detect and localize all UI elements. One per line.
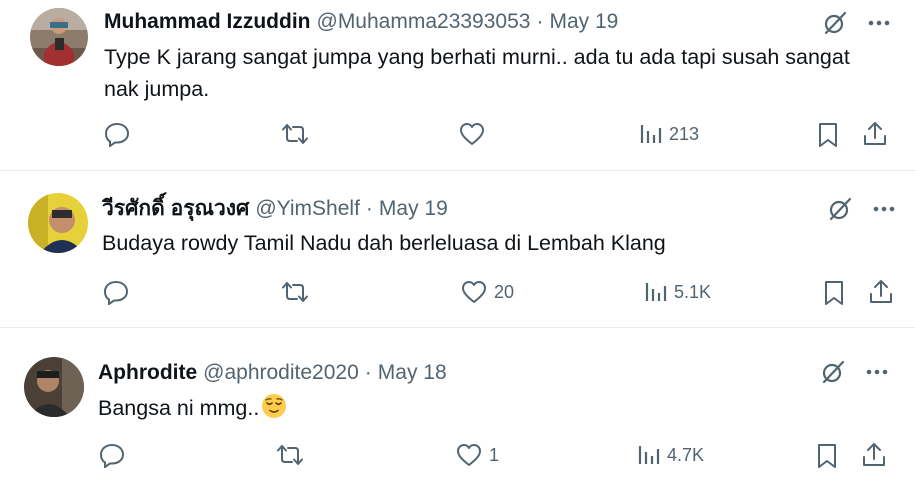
- avatar[interactable]: [24, 357, 84, 417]
- like-icon: [459, 121, 485, 147]
- separator-dot: ·: [536, 10, 544, 33]
- tweet-header: Aphrodite @aphrodite2020 · May 18: [98, 360, 447, 386]
- share-button[interactable]: [861, 442, 887, 468]
- author-handle[interactable]: @Muhamma23393053: [317, 9, 531, 35]
- bookmark-button[interactable]: [823, 280, 845, 306]
- separator-dot: ·: [364, 361, 372, 384]
- avatar[interactable]: [28, 193, 88, 253]
- relieved-face-emoji: [261, 393, 287, 419]
- like-button[interactable]: 1: [456, 442, 499, 468]
- tweet-date[interactable]: May 18: [378, 360, 447, 386]
- share-button[interactable]: [862, 121, 888, 147]
- tweet-3[interactable]: Aphrodite @aphrodite2020 · May 18 Bangsa…: [0, 328, 915, 483]
- like-button[interactable]: 20: [461, 279, 514, 305]
- bookmark-button[interactable]: [816, 443, 838, 469]
- author-name[interactable]: Aphrodite: [98, 360, 197, 386]
- tweet-1[interactable]: Muhammad Izzuddin @Muhamma23393053 · May…: [0, 0, 915, 166]
- like-button[interactable]: [459, 121, 492, 147]
- author-name[interactable]: วีรศักดิ์ อรุณวงศ: [102, 196, 249, 222]
- separator-dot: ·: [365, 197, 373, 220]
- tweet-text: Budaya rowdy Tamil Nadu dah berleluasa d…: [102, 231, 666, 255]
- more-icon[interactable]: [864, 8, 894, 38]
- author-handle[interactable]: @aphrodite2020: [203, 360, 359, 386]
- views-button[interactable]: 5.1K: [643, 280, 711, 304]
- reply-button[interactable]: [103, 279, 136, 305]
- views-button[interactable]: 213: [638, 122, 699, 146]
- bookmark-icon: [817, 122, 839, 148]
- views-count: 213: [669, 123, 700, 144]
- share-icon: [862, 121, 888, 147]
- retweet-icon: [276, 442, 304, 468]
- reply-icon: [99, 442, 125, 468]
- views-icon: [638, 122, 662, 146]
- grok-icon[interactable]: [825, 194, 855, 224]
- author-handle[interactable]: @YimShelf: [255, 196, 360, 222]
- views-button[interactable]: 4.7K: [636, 443, 704, 467]
- like-count: 20: [494, 281, 515, 302]
- like-icon: [461, 279, 487, 305]
- tweet-date[interactable]: May 19: [379, 196, 448, 222]
- grok-icon[interactable]: [818, 357, 848, 387]
- share-button[interactable]: [868, 279, 894, 305]
- views-icon: [636, 443, 660, 467]
- author-name[interactable]: Muhammad Izzuddin: [104, 9, 311, 35]
- reply-button[interactable]: [99, 442, 132, 468]
- retweet-icon: [281, 121, 309, 147]
- views-count: 5.1K: [674, 281, 712, 302]
- views-count: 4.7K: [667, 444, 705, 465]
- bookmark-icon: [823, 280, 845, 306]
- tweet-header: วีรศักดิ์ อรุณวงศ @YimShelf · May 19: [102, 196, 448, 222]
- tweet-text-content: Bangsa ni mmg..: [98, 396, 260, 420]
- more-icon[interactable]: [869, 194, 899, 224]
- retweet-button[interactable]: [281, 121, 316, 147]
- retweet-button[interactable]: [276, 442, 311, 468]
- like-icon: [456, 442, 482, 468]
- share-icon: [868, 279, 894, 305]
- tweet-header: Muhammad Izzuddin @Muhamma23393053 · May…: [104, 9, 618, 35]
- grok-icon[interactable]: [820, 8, 850, 38]
- tweet-text: Type K jarang sangat jumpa yang berhati …: [104, 45, 850, 101]
- retweet-button[interactable]: [281, 279, 316, 305]
- bookmark-button[interactable]: [817, 122, 839, 148]
- avatar[interactable]: [30, 8, 88, 66]
- reply-button[interactable]: [104, 121, 137, 147]
- more-icon[interactable]: [862, 357, 892, 387]
- tweet-text: Bangsa ni mmg..: [98, 392, 858, 424]
- like-count: 1: [489, 444, 500, 465]
- retweet-icon: [281, 279, 309, 305]
- reply-icon: [104, 121, 130, 147]
- tweet-date[interactable]: May 19: [549, 9, 618, 35]
- views-icon: [643, 280, 667, 304]
- tweet-2[interactable]: วีรศักดิ์ อรุณวงศ @YimShelf · May 19 Bud…: [0, 171, 915, 326]
- share-icon: [861, 442, 887, 468]
- bookmark-icon: [816, 443, 838, 469]
- reply-icon: [103, 279, 129, 305]
